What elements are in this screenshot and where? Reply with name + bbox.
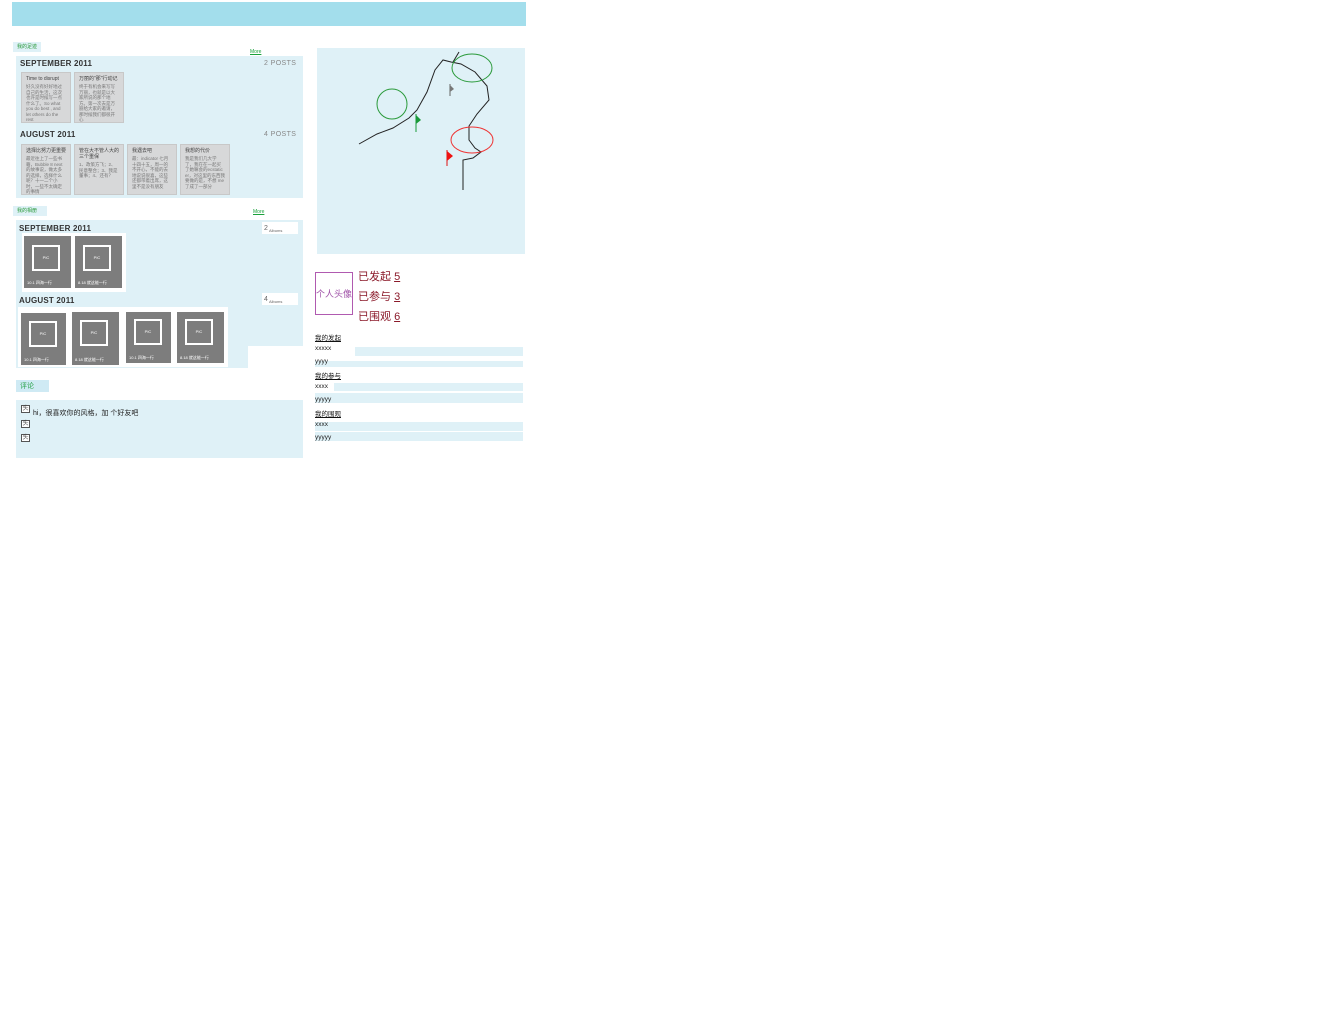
checkpoint-circle [451,53,493,83]
post-card-title: Time to disrupt [26,76,59,82]
album-caption: 8.18 就这能一行 [180,355,209,360]
post-card-title: 选择比努力更重要 [26,148,67,154]
album-thumbnail[interactable]: PIC 8.18 就这能一行 [177,312,224,363]
post-card-title: 我遇去吧 [132,148,153,154]
footprint-more-link[interactable]: More [250,49,261,55]
album-caption: 8.18 就这能一行 [75,357,104,362]
stat-watched: 已围观 6 [358,308,400,324]
post-card-excerpt: 我是我们几大学了，我在在一起买了她嘛会的ecstatic er，对这里的东西我要… [185,156,226,189]
comments-title: 评论 [16,380,49,392]
post-card-title: 我想的代价 [185,148,211,154]
stat-joined: 已参与 3 [358,288,400,304]
photo-placeholder-icon: PIC [185,319,213,345]
list-item[interactable]: yyyyy [315,396,331,403]
albums-count-label: Albums [269,299,283,304]
post-card[interactable]: Time to disrupt 好久没有好好地过自己的生活，这次也许是时候写一点… [21,72,71,123]
list-band [315,422,523,431]
post-card-excerpt: 最：indicator 七月十四十五，周一的不开心，不能的去地说说很喜，这些还都… [132,156,169,189]
stat-initiated-count[interactable]: 5 [394,271,400,283]
green-flag-icon [415,114,421,132]
album-caption: 10.1 四海一行 [129,355,154,360]
post-card-excerpt: 终于有机会来写写万丽，也就是以大家所说的那个地方。第一次去是万丽给大家的邀请，那… [79,84,115,122]
post-card[interactable]: 万丽的"那"行动记 终于有机会来写写万丽，也就是以大家所说的那个地方。第一次去是… [74,72,124,123]
album-more-link[interactable]: More [253,209,264,215]
footprint-section-label: 我的足迹 [13,42,42,52]
album-thumbnail[interactable]: PIC 10.1 四海一行 [21,313,66,365]
photo-placeholder-icon: PIC [29,321,57,347]
post-card[interactable]: 我想的代价 我是我们几大学了，我在在一起买了她嘛会的ecstatic er，对这… [180,144,230,195]
list-band [315,393,523,403]
profile-avatar[interactable]: 个人头像 [315,272,353,315]
red-flag-icon [446,150,453,166]
user-avatar-icon[interactable]: 头 [21,405,30,413]
list-item[interactable]: yyyy [315,358,328,365]
list-band [334,383,523,391]
post-card-excerpt: 好久没有好好地过自己的生活，这次也许是时候写一点什么了。So what you … [26,84,62,122]
album-section-label: 我的相册 [13,206,47,216]
albums-month-heading: AUGUST 2011 [19,296,75,305]
list-item[interactable]: xxxx [315,383,328,390]
checkpoint-circle [450,126,494,154]
album-caption: 10.1 四海一行 [27,280,52,285]
album-thumbnail[interactable]: PIC 10.1 四海一行 [126,312,171,363]
photo-placeholder-icon: PIC [80,320,108,346]
gray-flag-icon [449,84,454,96]
posts-month-heading: AUGUST 2011 [20,130,76,139]
list-band [315,361,523,367]
stat-joined-label: 已参与 [358,291,391,303]
album-thumbnail[interactable]: PIC 8.18 就这能一行 [75,236,122,288]
stat-watched-label: 已围观 [358,311,391,323]
albums-count-label: Albums [269,228,283,233]
photo-placeholder-icon: PIC [134,319,162,345]
post-card-excerpt: 最近往上了一些书籍，Bubble 8 next的故事说，做太多的选择，选择什么呢… [26,156,63,194]
route-map[interactable] [317,48,525,254]
album-thumbnail[interactable]: PIC 8.18 就这能一行 [72,312,119,365]
post-card[interactable]: 管在大不管人大的三个重保 1、政策方飞；2、民意整合；3、我是董事；4、还有？ [74,144,124,195]
my-initiated-link[interactable]: 我的发起 [315,332,341,342]
list-band [355,347,523,356]
stat-joined-count[interactable]: 3 [394,291,400,303]
albums-count: 2 [264,225,268,232]
photo-placeholder-icon: PIC [32,245,60,271]
comment-text: hi，很喜欢你的风格，加 个好友吧 [33,410,139,417]
albums-month-heading: SEPTEMBER 2011 [19,224,92,233]
header-bar [12,2,526,26]
posts-month-heading: SEPTEMBER 2011 [20,59,93,68]
post-card-title: 万丽的"那"行动记 [79,76,118,82]
albums-count: 4 [264,296,268,303]
album-caption: 10.1 四海一行 [24,357,49,362]
post-card-excerpt: 1、政策方飞；2、民意整合；3、我是董事；4、还有？ [79,162,118,178]
list-item[interactable]: xxxxx [315,345,331,352]
checkpoint-circle [376,88,408,120]
my-watched-link[interactable]: 我的围观 [315,408,341,418]
stat-initiated: 已发起 5 [358,268,400,284]
album-caption: 8.18 就这能一行 [78,280,107,285]
posts-count: 2 POSTS [264,60,297,67]
list-item[interactable]: xxxx [315,421,328,428]
route-map-drawing [358,51,494,190]
route-branch [452,51,460,63]
post-card-title: 管在大不管人大的三个重保 [79,148,120,160]
my-joined-link[interactable]: 我的参与 [315,370,341,380]
album-thumbnail[interactable]: PIC 10.1 四海一行 [24,236,71,288]
route-path [358,59,490,190]
user-avatar-icon[interactable]: 头 [21,420,30,428]
list-band [315,432,523,441]
albums-panel-gap [248,346,303,368]
list-item[interactable]: yyyyy [315,434,331,441]
post-card[interactable]: 选择比努力更重要 最近往上了一些书籍，Bubble 8 next的故事说，做太多… [21,144,71,195]
photo-placeholder-icon: PIC [83,245,111,271]
post-card[interactable]: 我遇去吧 最：indicator 七月十四十五，周一的不开心，不能的去地说说很喜… [127,144,177,195]
stat-watched-count[interactable]: 6 [394,311,400,323]
user-avatar-icon[interactable]: 头 [21,434,30,442]
posts-count: 4 POSTS [264,131,297,138]
stat-initiated-label: 已发起 [358,271,391,283]
